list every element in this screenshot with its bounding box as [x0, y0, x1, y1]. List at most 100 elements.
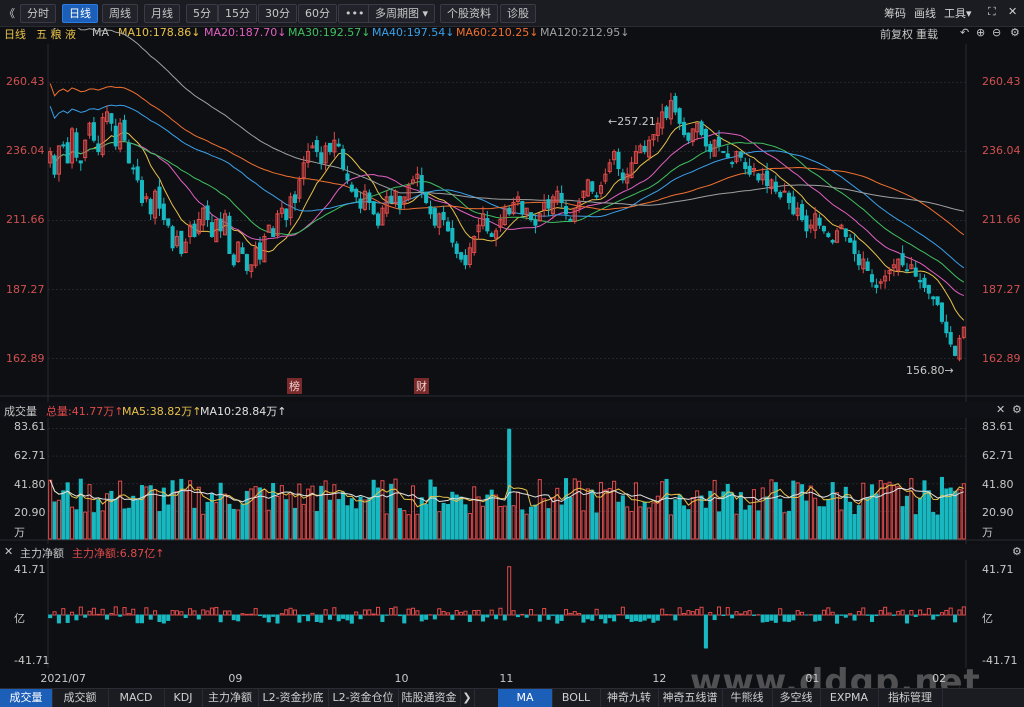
tab-11[interactable]: 诊股	[500, 4, 536, 23]
flow-bar	[801, 612, 804, 615]
indicator-tab-2[interactable]: MACD	[108, 689, 165, 707]
volume-bar	[704, 508, 707, 539]
flow-bar	[477, 610, 480, 615]
flow-bar	[499, 608, 502, 615]
indicator-tab-14[interactable]: 多空线	[772, 689, 821, 707]
candle-body	[954, 346, 957, 355]
volume-bar	[739, 493, 742, 539]
tab-5[interactable]: 15分	[218, 4, 257, 23]
candle-body	[919, 280, 922, 281]
tools-button[interactable]: 工具▾	[944, 5, 972, 21]
tab-2[interactable]: 周线	[102, 4, 138, 23]
flow-bar	[595, 609, 598, 615]
tab-6[interactable]: 30分	[258, 4, 297, 23]
indicator-tab-4[interactable]: 主力净额	[202, 689, 259, 707]
volume-bar	[416, 514, 419, 539]
flow-bar	[626, 615, 629, 619]
event-marker-finance[interactable]: 财	[414, 378, 429, 394]
close-icon[interactable]: ✕	[1008, 5, 1017, 18]
indicator-tab-11[interactable]: 神奇九转	[600, 689, 659, 707]
back-icon[interactable]: 《	[4, 5, 15, 21]
flow-bar	[110, 613, 113, 615]
flow-bar	[355, 612, 358, 615]
flow-bar	[272, 615, 275, 616]
flow-axis-left-label: -41.71	[14, 654, 49, 667]
flow-bar	[564, 610, 567, 615]
price-axis-right-label: 162.89	[982, 352, 1021, 365]
flow-title[interactable]: 主力净额	[20, 545, 64, 561]
volume-bar	[57, 500, 60, 539]
volume-bar	[167, 505, 170, 539]
flow-bar	[656, 615, 659, 620]
draw-button[interactable]: 画线	[914, 5, 936, 21]
volume-bar	[940, 477, 943, 539]
indicator-tab-12[interactable]: 神奇五线谱	[658, 689, 723, 707]
flow-close-icon[interactable]: ✕	[4, 545, 13, 558]
volume-ma5: MA5:38.82万↑	[122, 403, 201, 419]
volume-bar	[154, 490, 157, 539]
indicator-tab-15[interactable]: EXPMA	[820, 689, 879, 707]
volume-bar	[836, 493, 839, 539]
volume-settings-icon[interactable]: ⚙	[1012, 403, 1022, 416]
flow-bar	[538, 615, 541, 621]
flow-bar	[897, 611, 900, 615]
candle-body	[643, 146, 646, 151]
indicator-tab-8[interactable]: ❯	[460, 689, 475, 707]
volume-bar	[783, 513, 786, 539]
flow-bar	[328, 615, 331, 619]
indicator-tab-3[interactable]: KDJ	[164, 689, 203, 707]
flow-settings-icon[interactable]: ⚙	[1012, 545, 1022, 558]
flow-bar	[101, 609, 104, 615]
volume-bar	[206, 502, 209, 539]
indicator-tab-13[interactable]: 牛熊线	[722, 689, 773, 707]
volume-bar	[468, 513, 471, 539]
volume-bar	[814, 498, 817, 539]
chip-button[interactable]: 筹码	[884, 5, 906, 21]
volume-bar	[744, 510, 747, 539]
volume-title[interactable]: 成交量	[4, 403, 37, 419]
flow-bar	[49, 615, 52, 618]
candle-body	[857, 255, 860, 265]
flow-bar	[219, 615, 222, 622]
indicator-tab-16[interactable]: 指标管理	[878, 689, 943, 707]
indicator-tab-7[interactable]: 陆股通资金	[398, 689, 461, 707]
indicator-tab-5[interactable]: L2-资金抄底	[258, 689, 329, 707]
fullscreen-icon[interactable]: ⛶	[988, 5, 996, 19]
indicator-tab-9[interactable]: MA	[498, 689, 553, 707]
tab-1[interactable]: 日线	[62, 4, 98, 23]
indicator-tab-6[interactable]: L2-资金仓位	[328, 689, 399, 707]
candle-body	[709, 144, 712, 151]
candle-body	[936, 297, 939, 305]
flow-bar	[75, 615, 78, 620]
tab-4[interactable]: 5分	[186, 4, 218, 23]
candle-body	[140, 181, 143, 203]
flow-bar	[416, 611, 419, 615]
indicator-tab-10[interactable]: BOLL	[552, 689, 601, 707]
flow-bar	[57, 615, 60, 623]
flow-bar	[766, 615, 769, 621]
tab-10[interactable]: 个股资料	[440, 4, 498, 23]
candle-body	[490, 234, 493, 237]
volume-bar	[648, 508, 651, 539]
tab-3[interactable]: 月线	[144, 4, 180, 23]
tab-9[interactable]: 多周期图 ▾	[368, 4, 435, 23]
flow-bar	[324, 610, 327, 615]
candle-body	[822, 227, 825, 231]
indicator-tab-1[interactable]: 成交额	[52, 689, 109, 707]
flow-bar	[202, 610, 205, 615]
indicator-tab-0[interactable]: 成交量	[0, 689, 53, 707]
tab-8[interactable]: •••	[338, 4, 371, 23]
event-marker-bang[interactable]: 榜	[287, 378, 302, 394]
candle-body	[245, 255, 248, 271]
flow-bar	[901, 610, 904, 615]
tab-0[interactable]: 分时	[20, 4, 56, 23]
volume-close-icon[interactable]: ✕	[996, 403, 1005, 416]
price-axis-right-label: 211.66	[982, 213, 1021, 226]
volume-bar	[849, 502, 852, 539]
flow-bar	[394, 607, 397, 615]
flow-bar	[525, 615, 528, 617]
tab-7[interactable]: 60分	[298, 4, 337, 23]
flow-bar	[936, 615, 939, 616]
ma20-line	[50, 133, 964, 296]
kline-chart[interactable]	[0, 28, 1024, 688]
